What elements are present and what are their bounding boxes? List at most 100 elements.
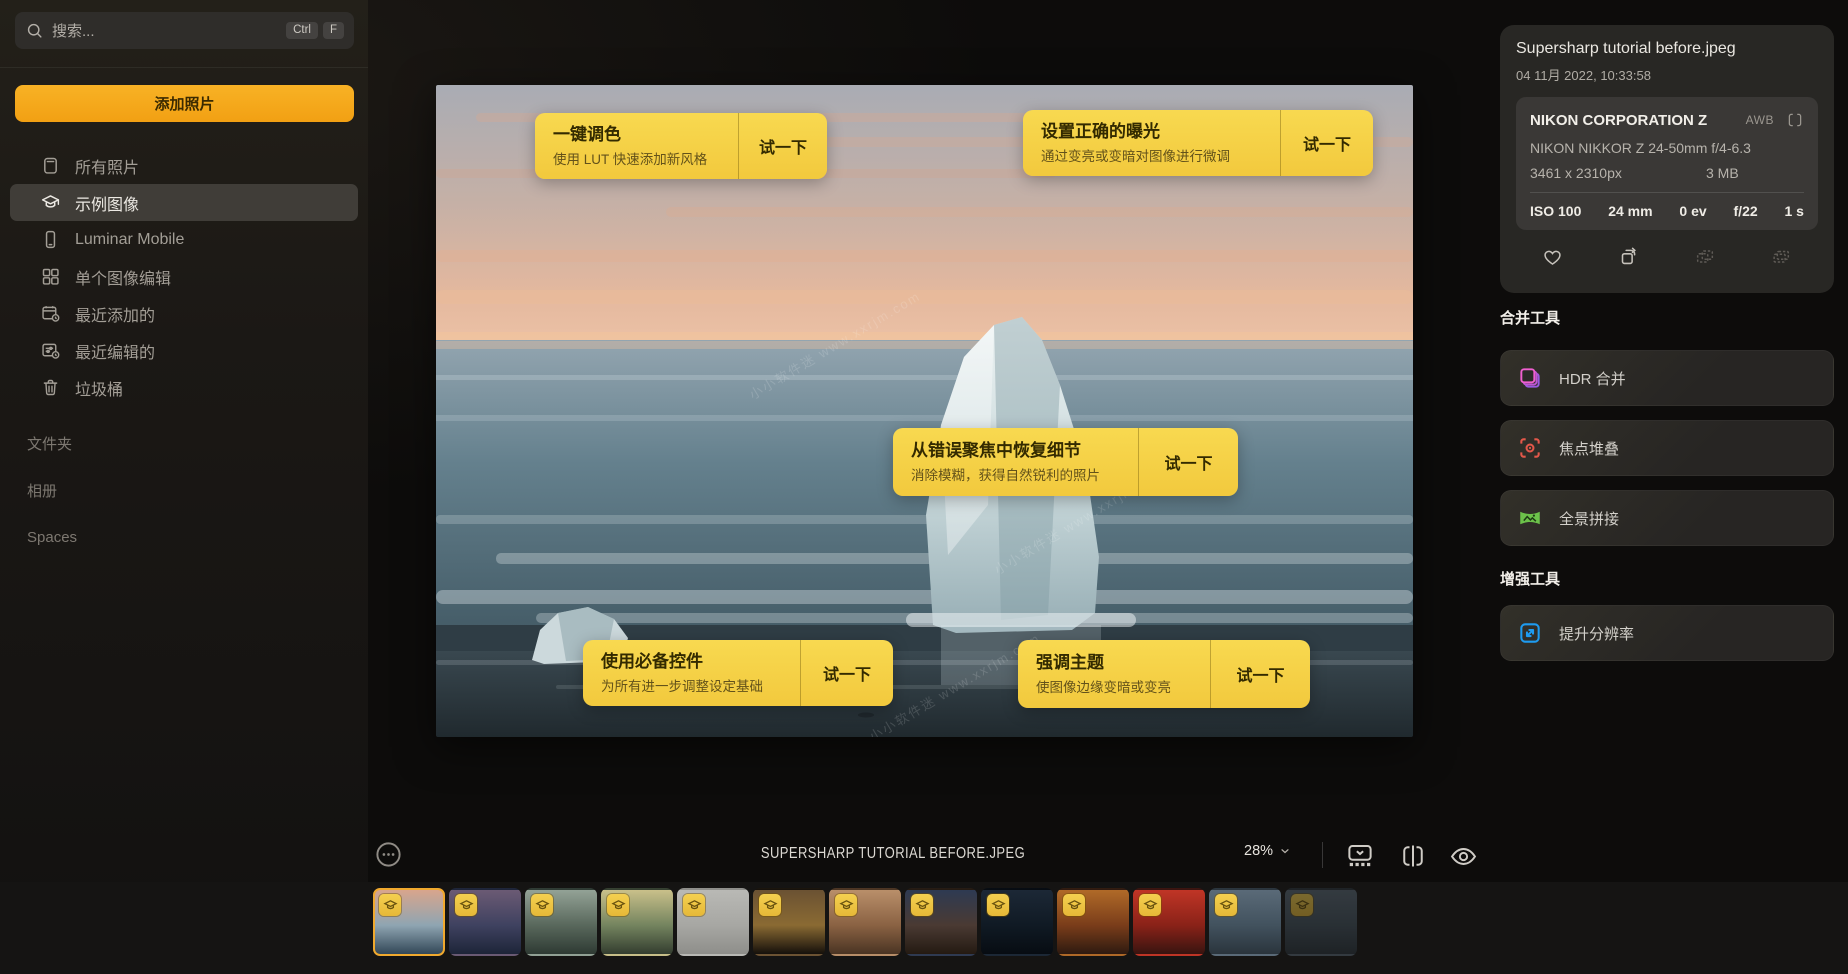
tool-panorama[interactable]: 全景拼接 xyxy=(1500,490,1834,546)
section-spaces[interactable]: Spaces xyxy=(27,514,347,561)
section-albums[interactable]: 相册 xyxy=(27,467,347,514)
graduation-badge-icon xyxy=(763,898,778,913)
search-placeholder: 搜索... xyxy=(52,20,278,41)
more-options-button[interactable] xyxy=(374,840,403,869)
sidebar-item-recently-added[interactable]: 最近添加的 xyxy=(10,295,358,332)
tutorial-badge xyxy=(531,894,553,916)
tool-label: HDR 合并 xyxy=(1559,368,1626,389)
thumbnail-night-sky[interactable] xyxy=(905,888,977,956)
paste-adjustments-button[interactable] xyxy=(1770,246,1792,268)
sidebar-item-label: 垃圾桶 xyxy=(75,376,123,400)
tutorial-badge xyxy=(1215,894,1237,916)
sidebar-item-trash[interactable]: 垃圾桶 xyxy=(10,369,358,406)
try-button[interactable]: 试一下 xyxy=(800,640,893,706)
section-folders[interactable]: 文件夹 xyxy=(27,420,347,467)
current-photo-title: SUPERSHARP TUTORIAL BEFORE.JPEG xyxy=(761,845,1025,863)
thumbnail-snowy-river[interactable] xyxy=(1209,888,1281,956)
graduation-badge-icon xyxy=(991,898,1006,913)
paste-adjustments-icon xyxy=(1770,246,1792,268)
callout-subtitle: 使图像边缘变暗或变亮 xyxy=(1036,676,1196,696)
graduation-badge-icon xyxy=(1295,898,1310,913)
callout-one-click-color: 一键调色 使用 LUT 快速添加新风格 试一下 xyxy=(535,113,827,179)
graduation-cap-icon xyxy=(40,192,61,213)
graduation-badge-icon xyxy=(839,898,854,913)
sidebar-item-all-photos[interactable]: 所有照片 xyxy=(10,147,358,184)
compare-icon xyxy=(1399,842,1427,870)
compare-view-button[interactable] xyxy=(1398,841,1428,871)
grid-icon xyxy=(40,266,61,287)
callout-title: 设置正确的曝光 xyxy=(1041,121,1266,142)
tool-upscale[interactable]: 提升分辨率 xyxy=(1500,605,1834,661)
sidebar-item-label: 最近编辑的 xyxy=(75,339,155,363)
filename: Supersharp tutorial before.jpeg xyxy=(1516,40,1818,58)
try-button[interactable]: 试一下 xyxy=(738,113,827,179)
graduation-badge-icon xyxy=(1219,898,1234,913)
thumbnail-torii-orange[interactable] xyxy=(1057,888,1129,956)
filmstrip xyxy=(373,888,1357,956)
calendar-clock-icon xyxy=(40,303,61,324)
upscale-icon xyxy=(1517,620,1543,646)
crop-brackets-icon[interactable] xyxy=(1786,111,1804,129)
tutorial-badge xyxy=(1139,894,1161,916)
callout-title: 使用必备控件 xyxy=(601,651,786,672)
sidebar-item-label: 示例图像 xyxy=(75,191,139,215)
ev-value: 0 ev xyxy=(1679,203,1706,219)
viewbar-divider xyxy=(1322,842,1323,868)
zoom-level: 28% xyxy=(1244,843,1273,859)
thumbnail-iceberg-sunset[interactable] xyxy=(373,888,445,956)
shutter-speed: 1 s xyxy=(1784,203,1803,219)
zoom-dropdown[interactable]: 28% xyxy=(1244,843,1291,859)
tutorial-badge xyxy=(1063,894,1085,916)
sidebar-item-label: 单个图像编辑 xyxy=(75,265,171,289)
file-date: 04 11月 2022, 10:33:58 xyxy=(1516,65,1818,84)
graduation-badge-icon xyxy=(915,898,930,913)
try-button[interactable]: 试一下 xyxy=(1280,110,1373,176)
thumbnail-desert-arch[interactable] xyxy=(829,888,901,956)
thumbnail-iceberg-dusk[interactable] xyxy=(449,888,521,956)
thumbnail-torii-red[interactable] xyxy=(1133,888,1205,956)
graduation-badge-icon xyxy=(383,898,398,913)
sidebar-item-sample-images[interactable]: 示例图像 xyxy=(10,184,358,221)
iso-value: ISO 100 xyxy=(1530,203,1581,219)
sidebar-nav: 所有照片 示例图像 Luminar Mobile 单个图像编辑 最近添加的 最近… xyxy=(10,147,358,406)
tutorial-badge xyxy=(683,894,705,916)
tool-hdr-merge[interactable]: HDR 合并 xyxy=(1500,350,1834,406)
image-dimensions: 3461 x 2310px xyxy=(1530,165,1706,181)
thumbnail-waterfall[interactable] xyxy=(525,888,597,956)
sliders-clock-icon xyxy=(40,340,61,361)
sidebar-item-single-edits[interactable]: 单个图像编辑 xyxy=(10,258,358,295)
try-button[interactable]: 试一下 xyxy=(1210,640,1310,708)
preview-eye-button[interactable] xyxy=(1448,841,1478,871)
sidebar-item-label: 所有照片 xyxy=(75,154,139,178)
filmstrip-toggle-button[interactable] xyxy=(1345,841,1375,871)
copy-adjustments-button[interactable] xyxy=(1694,246,1716,268)
sidebar-item-luminar-mobile[interactable]: Luminar Mobile xyxy=(10,221,358,258)
favorite-button[interactable] xyxy=(1542,247,1563,268)
sidebar-item-recently-edited[interactable]: 最近编辑的 xyxy=(10,332,358,369)
thumbnail-sunset-glow[interactable] xyxy=(753,888,825,956)
filmstrip-icon xyxy=(1345,841,1375,871)
rotate-button[interactable] xyxy=(1617,246,1639,268)
thumbnail-snowy-faded[interactable] xyxy=(1285,888,1357,956)
thumbnail-waterfall-sun[interactable] xyxy=(601,888,673,956)
callout-subtitle: 为所有进一步调整设定基础 xyxy=(601,675,786,695)
callout-subtitle: 消除模糊，获得自然锐利的照片 xyxy=(911,464,1124,484)
thumbnail-dark-whale[interactable] xyxy=(981,888,1053,956)
white-balance: AWB xyxy=(1746,113,1774,127)
aperture-value: f/22 xyxy=(1734,203,1758,219)
tool-focus-stacking[interactable]: 焦点堆叠 xyxy=(1500,420,1834,476)
tutorial-badge xyxy=(607,894,629,916)
key-ctrl: Ctrl xyxy=(286,22,318,40)
add-photos-button[interactable]: 添加照片 xyxy=(15,85,354,122)
sidebar-sections: 文件夹 相册 Spaces xyxy=(27,420,347,561)
search-shortcut: Ctrl F xyxy=(286,22,344,40)
focus-stacking-icon xyxy=(1517,435,1543,461)
thumbnail-foggy-beach[interactable] xyxy=(677,888,749,956)
try-button[interactable]: 试一下 xyxy=(1138,428,1238,496)
tool-label: 全景拼接 xyxy=(1559,508,1619,529)
photo-actions xyxy=(1516,246,1818,268)
photo-info-card: Supersharp tutorial before.jpeg 04 11月 2… xyxy=(1500,25,1834,293)
exif-values: ISO 100 24 mm 0 ev f/22 1 s xyxy=(1530,203,1804,219)
search-input[interactable]: 搜索... Ctrl F xyxy=(15,12,354,49)
enhance-tools-heading: 增强工具 xyxy=(1500,568,1560,589)
